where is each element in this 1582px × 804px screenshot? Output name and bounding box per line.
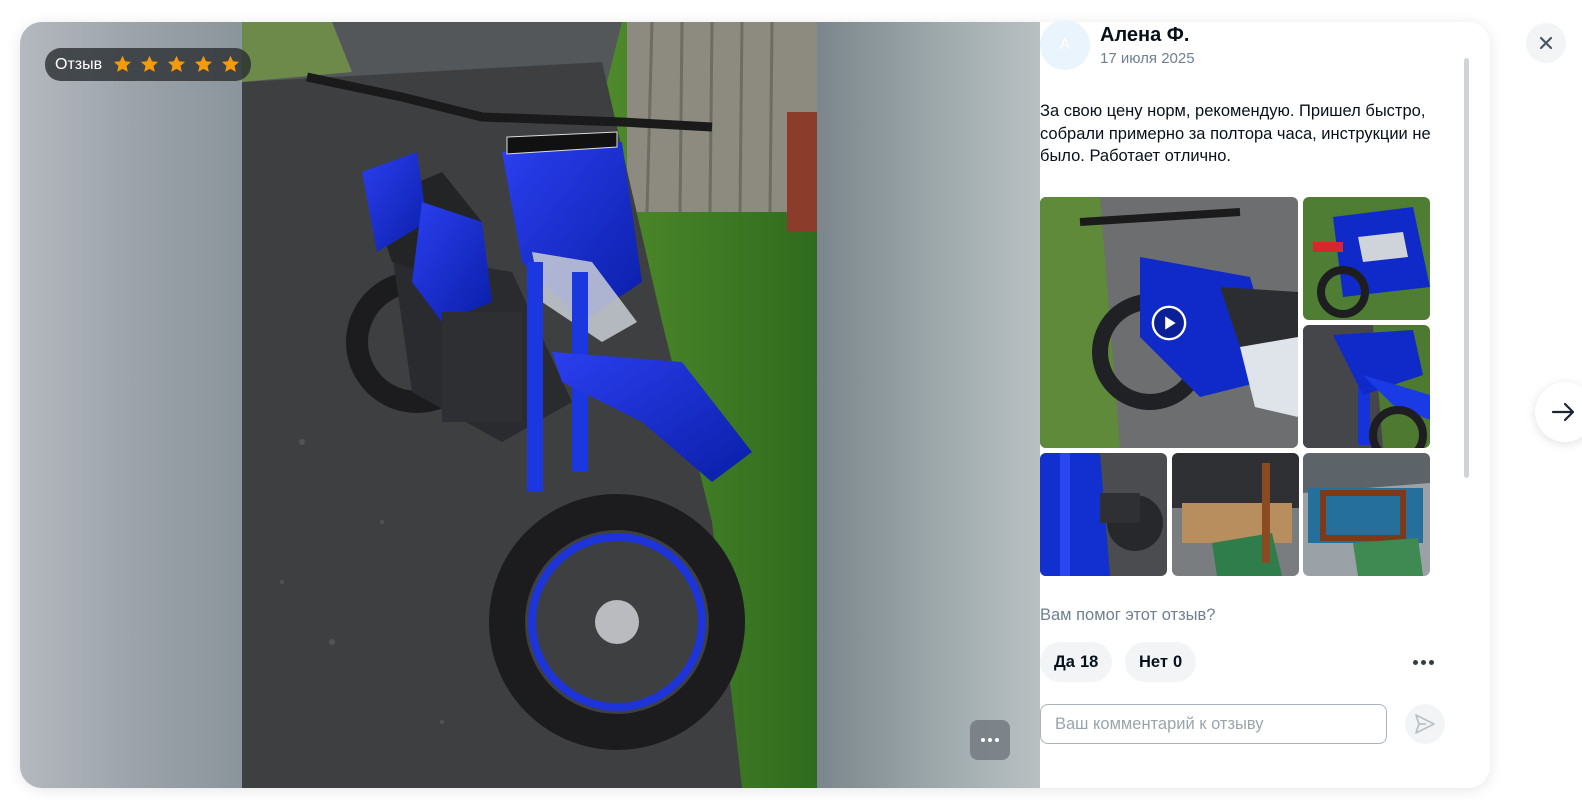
send-button[interactable] — [1405, 704, 1445, 744]
details-scrollbar[interactable] — [1464, 58, 1469, 478]
media-more-button[interactable] — [970, 720, 1010, 760]
close-icon — [1539, 36, 1553, 50]
gallery-thumbnail[interactable] — [1303, 453, 1430, 576]
review-photo[interactable] — [242, 22, 817, 788]
gallery-video-thumbnail[interactable] — [1040, 197, 1298, 448]
media-viewer: Отзыв — [20, 22, 1040, 788]
helpful-no-count: 0 — [1172, 652, 1183, 671]
helpful-question: Вам помог этот отзыв? — [1040, 606, 1216, 624]
comment-input[interactable] — [1040, 704, 1387, 744]
helpful-yes-button[interactable]: Да 18 — [1040, 642, 1113, 682]
star-icon — [222, 55, 240, 72]
gallery-thumbnail[interactable] — [1303, 197, 1430, 320]
review-text: За свою цену норм, рекомендую. Пришел бы… — [1040, 102, 1431, 165]
star-icon — [168, 55, 186, 72]
helpful-yes-label: Да — [1054, 652, 1075, 671]
send-icon — [1415, 714, 1435, 734]
star-icon — [195, 55, 213, 72]
arrow-right-icon — [1551, 402, 1575, 422]
more-horizontal-icon — [981, 738, 999, 742]
review-badge-label: Отзыв — [55, 55, 103, 73]
helpful-yes-count: 18 — [1079, 652, 1099, 671]
gallery-thumbnail[interactable] — [1040, 453, 1167, 576]
gallery-thumbnail[interactable] — [1172, 453, 1299, 576]
helpful-no-label: Нет — [1139, 652, 1168, 671]
next-review-button[interactable] — [1535, 382, 1582, 442]
play-icon[interactable] — [1150, 304, 1188, 342]
helpful-no-button[interactable]: Нет 0 — [1125, 642, 1197, 682]
review-date: 17 июля 2025 — [1100, 50, 1195, 67]
star-icon — [114, 55, 132, 72]
star-icon — [141, 55, 159, 72]
gallery-thumbnail[interactable] — [1303, 325, 1430, 448]
review-badge: Отзыв — [45, 48, 252, 81]
avatar[interactable]: А — [1040, 20, 1090, 70]
more-horizontal-icon — [1412, 659, 1434, 665]
author-name[interactable]: Алена Ф. — [1100, 24, 1189, 47]
close-button[interactable] — [1526, 23, 1566, 63]
review-more-button[interactable] — [1408, 652, 1438, 672]
